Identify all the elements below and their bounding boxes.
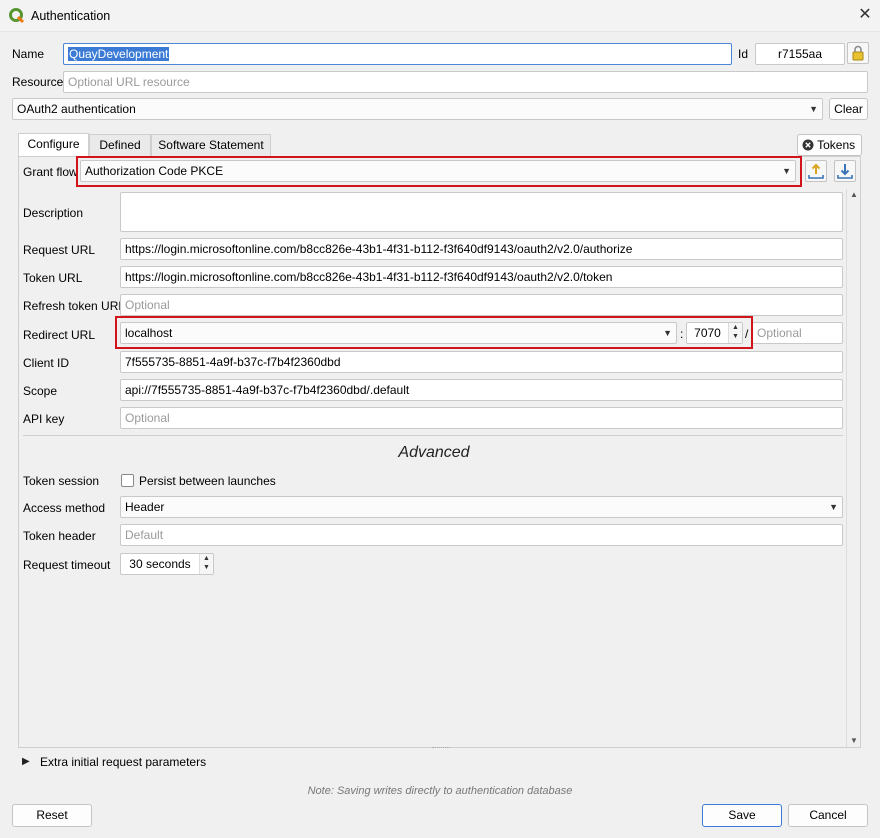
redirect-host-select[interactable]: localhost ▼: [120, 322, 677, 344]
chevron-down-icon: ▼: [663, 328, 672, 338]
lock-icon: [852, 45, 864, 61]
expand-arrow-icon[interactable]: ▶: [22, 756, 30, 767]
reset-button[interactable]: Reset: [12, 804, 92, 827]
grant-flow-label: Grant flow: [23, 165, 78, 179]
window-title: Authentication: [31, 9, 111, 23]
note-text: Note: Saving writes directly to authenti…: [307, 785, 573, 797]
tokens-button[interactable]: Tokens: [797, 134, 862, 156]
export-icon: [837, 164, 853, 179]
refresh-token-url-label: Refresh token URL: [23, 299, 126, 313]
client-id-input[interactable]: 7f555735-8851-4a9f-b37c-f7b4f2360dbd: [120, 351, 843, 373]
chevron-down-icon: ▼: [829, 502, 838, 512]
token-header-input[interactable]: Default: [120, 524, 843, 546]
resource-placeholder: Optional URL resource: [68, 75, 190, 89]
token-header-label: Token header: [23, 529, 96, 543]
splitter-handle[interactable]: [432, 747, 450, 750]
access-method-label: Access method: [23, 501, 106, 515]
spin-arrows-icon[interactable]: ▲ ▼: [199, 554, 213, 574]
request-url-input[interactable]: https://login.microsoftonline.com/b8cc82…: [120, 238, 843, 260]
request-timeout-value: 30 seconds: [129, 557, 191, 571]
save-button[interactable]: Save: [702, 804, 782, 827]
import-icon: [808, 163, 824, 179]
description-label: Description: [23, 206, 84, 220]
api-key-label: API key: [23, 412, 65, 426]
divider: [23, 435, 843, 436]
access-method-value: Header: [125, 500, 165, 514]
chevron-down-icon: ▼: [809, 104, 818, 114]
redirect-path-input[interactable]: Optional: [752, 322, 843, 344]
chevron-down-icon: ▼: [782, 166, 791, 176]
close-icon[interactable]: ✕: [856, 6, 874, 24]
name-field[interactable]: QuayDevelopment: [63, 43, 732, 65]
api-key-input[interactable]: Optional: [120, 407, 843, 429]
cancel-button[interactable]: Cancel: [788, 804, 868, 827]
auth-method-select[interactable]: OAuth2 authentication ▼: [12, 98, 823, 120]
persist-label: Persist between launches: [139, 474, 276, 488]
tab-configure[interactable]: Configure: [18, 133, 89, 157]
id-label: Id: [738, 47, 749, 61]
title-bar: [0, 0, 880, 32]
redirect-slash: /: [745, 327, 749, 341]
persist-checkbox[interactable]: [121, 474, 134, 487]
lock-button[interactable]: [847, 42, 869, 64]
scope-label: Scope: [23, 384, 58, 398]
export-button[interactable]: [834, 160, 856, 182]
token-url-input[interactable]: https://login.microsoftonline.com/b8cc82…: [120, 266, 843, 288]
scope-input[interactable]: api://7f555735-8851-4a9f-b37c-f7b4f2360d…: [120, 379, 843, 401]
token-session-label: Token session: [23, 474, 100, 488]
token-header-placeholder: Default: [125, 528, 164, 542]
resource-input[interactable]: Optional URL resource: [63, 71, 868, 93]
auth-method-value: OAuth2 authentication: [17, 102, 136, 116]
grant-flow-value: Authorization Code PKCE: [85, 164, 224, 178]
tokens-label: Tokens: [817, 138, 856, 152]
request-timeout-spinbox[interactable]: 30 seconds ▲ ▼: [120, 553, 214, 575]
name-label: Name: [12, 47, 45, 61]
scrollbar[interactable]: ▲ ▼: [846, 189, 860, 747]
qgis-logo-icon: [9, 8, 25, 24]
grant-flow-select[interactable]: Authorization Code PKCE ▼: [80, 160, 796, 182]
import-button[interactable]: [805, 160, 827, 182]
clear-button[interactable]: Clear: [829, 98, 868, 120]
redirect-port-value: 7070: [694, 326, 721, 340]
tab-defined[interactable]: Defined: [89, 134, 151, 156]
request-timeout-label: Request timeout: [23, 558, 111, 572]
refresh-token-url-input[interactable]: Optional: [120, 294, 843, 316]
resource-label: Resource: [12, 75, 64, 89]
api-key-placeholder: Optional: [125, 411, 170, 425]
token-url-label: Token URL: [23, 271, 83, 285]
description-input[interactable]: [120, 192, 843, 232]
name-value: QuayDevelopment: [68, 47, 170, 61]
redirect-port-spinbox[interactable]: 7070 ▲ ▼: [686, 322, 743, 344]
redirect-host-value: localhost: [125, 326, 173, 340]
tab-software-statement[interactable]: Software Statement: [151, 134, 271, 156]
access-method-select[interactable]: Header ▼: [120, 496, 843, 518]
redirect-path-placeholder: Optional: [757, 326, 802, 340]
request-url-label: Request URL: [23, 243, 96, 257]
spin-arrows-icon[interactable]: ▲ ▼: [728, 323, 742, 343]
redirect-colon: :: [680, 327, 684, 341]
redirect-url-label: Redirect URL: [23, 328, 96, 342]
extra-params-label[interactable]: Extra initial request parameters: [40, 755, 206, 769]
refresh-token-url-placeholder: Optional: [125, 298, 170, 312]
close-circle-icon: [802, 139, 814, 151]
scroll-down-icon[interactable]: ▼: [847, 735, 861, 747]
scroll-up-icon[interactable]: ▲: [847, 189, 861, 201]
advanced-heading: Advanced: [398, 444, 470, 461]
client-id-label: Client ID: [23, 356, 70, 370]
id-field[interactable]: r7155aa: [755, 43, 845, 65]
